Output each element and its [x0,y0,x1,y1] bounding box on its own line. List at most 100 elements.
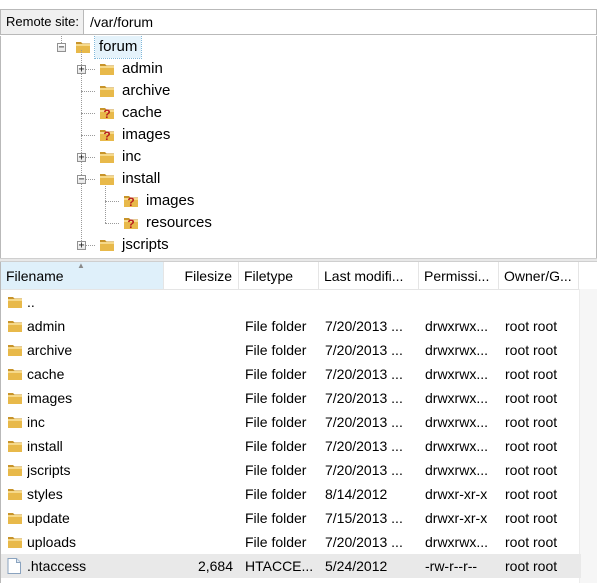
remote-site-bar: Remote site: /var/forum [0,9,597,35]
file-owner: root root [505,390,558,406]
file-type: File folder [245,366,307,382]
collapse-icon[interactable]: − [57,43,66,53]
unknown-folder-icon: ? [123,193,139,209]
folder-icon [99,149,115,165]
tree-item-label: inc [122,148,142,165]
file-name: install [27,438,63,454]
expand-icon[interactable]: + [77,65,86,75]
file-owner: root root [505,366,558,382]
file-modified: 8/14/2012 [325,486,388,502]
tree-item-root[interactable]: − forum [1,36,596,59]
tree-item-label: images [122,126,171,143]
file-modified: 5/24/2012 [325,558,388,574]
tree-item-label: admin [122,60,163,77]
file-name: images [27,390,73,406]
tree-item-install[interactable]: − install [1,168,596,190]
file-type: File folder [245,318,307,334]
file-owner: root root [505,342,558,358]
vertical-scrollbar[interactable] [579,289,597,583]
file-row[interactable]: jscripts File folder 7/20/2013 ... drwxrwx.… [1,458,581,482]
file-perms: drwxrwx... [425,414,488,430]
folder-icon [7,534,22,550]
tree-item-label: cache [122,104,163,121]
column-header-name[interactable]: Filename ▲ [1,262,164,289]
file-list-header: Filename ▲ Filesize Filetype Last modifi... P… [1,262,597,290]
svg-text:?: ? [127,195,134,209]
tree-item-images[interactable]: ? images [1,124,596,146]
unknown-folder-icon: ? [123,215,139,231]
folder-icon [99,83,115,99]
file-perms: -rw-r--r-- [425,558,478,574]
remote-file-list[interactable]: Filename ▲ Filesize Filetype Last modifi... P… [0,262,597,583]
file-name: uploads [27,534,77,550]
file-owner: root root [505,462,558,478]
folder-icon [99,237,115,253]
tree-item-resources[interactable]: ? resources [1,212,596,234]
tree-item-label: jscripts [122,236,169,253]
file-row[interactable]: images File folder 7/20/2013 ... drwxrwx...… [1,386,581,410]
expand-icon[interactable]: + [77,241,86,251]
file-row[interactable]: archive File folder 7/20/2013 ... drwxrwx..… [1,338,581,362]
file-perms: drwxr-xr-x [425,486,488,502]
file-modified: 7/20/2013 ... [325,414,403,430]
tree-item-label: forum [93,36,143,59]
file-row[interactable]: admin File folder 7/20/2013 ... drwxrwx... r… [1,314,581,338]
tree-item-cache[interactable]: ? cache [1,102,596,124]
file-perms: drwxrwx... [425,318,488,334]
file-modified: 7/20/2013 ... [325,438,403,454]
file-row[interactable]: cache File folder 7/20/2013 ... drwxrwx... r… [1,362,581,386]
folder-icon [7,294,22,310]
file-name: jscripts [27,462,71,478]
file-size [164,314,233,338]
column-header-modified[interactable]: Last modifi... [319,262,419,289]
file-owner: root root [505,486,558,502]
file-size [164,506,233,530]
column-header-type[interactable]: Filetype [239,262,319,289]
file-owner: root root [505,558,558,574]
file-size [164,362,233,386]
unknown-folder-icon: ? [99,105,115,121]
folder-icon [7,342,22,358]
file-type: File folder [245,486,307,502]
tree-item-archive[interactable]: archive [1,80,596,102]
file-name: update [27,510,70,526]
remote-directory-tree[interactable]: − forum + admin archive? cache? images + inc − ins… [0,36,597,258]
file-modified [325,290,419,314]
file-row[interactable]: inc File folder 7/20/2013 ... drwxrwx... roo… [1,410,581,434]
file-modified: 7/20/2013 ... [325,342,403,358]
tree-item-jscripts[interactable]: + jscripts [1,234,596,256]
file-size [164,482,233,506]
column-header-size[interactable]: Filesize [164,262,239,289]
column-header-owner[interactable]: Owner/G... [499,262,579,289]
file-row[interactable]: uploads File folder 7/20/2013 ... drwxrwx..… [1,530,581,554]
tree-item-inc[interactable]: + inc [1,146,596,168]
file-modified: 7/20/2013 ... [325,318,403,334]
column-header-perms[interactable]: Permissi... [419,262,499,289]
column-header-label: Filesize [184,268,232,284]
tree-item-admin[interactable]: + admin [1,58,596,80]
file-type: File folder [245,390,307,406]
file-name: cache [27,366,65,382]
file-perms: drwxrwx... [425,390,488,406]
tree-connector-line [81,91,95,92]
file-type: File folder [245,342,307,358]
file-row[interactable]: update File folder 7/15/2013 ... drwxr-xr-x… [1,506,581,530]
tree-connector-line [81,113,95,114]
remote-site-input[interactable]: /var/forum [84,9,597,35]
file-row[interactable]: install File folder 7/20/2013 ... drwxrwx..… [1,434,581,458]
svg-text:?: ? [103,107,110,121]
folder-icon [7,438,22,454]
folder-icon [7,510,22,526]
file-row[interactable]: .. [1,290,581,314]
file-owner: root root [505,438,558,454]
file-row[interactable]: styles File folder 8/14/2012 drwxr-xr-x root… [1,482,581,506]
expand-icon[interactable]: + [77,153,86,163]
folder-icon [7,318,22,334]
tree-connector-line [81,135,95,136]
tree-item-images[interactable]: ? images [1,190,596,212]
file-row[interactable]: .htaccess 2,684 HTACCE... 5/24/2012 -rw-r--r… [1,554,581,578]
file-type: File folder [245,510,307,526]
collapse-icon[interactable]: − [77,175,86,185]
file-name: inc [27,414,45,430]
file-size [164,386,233,410]
